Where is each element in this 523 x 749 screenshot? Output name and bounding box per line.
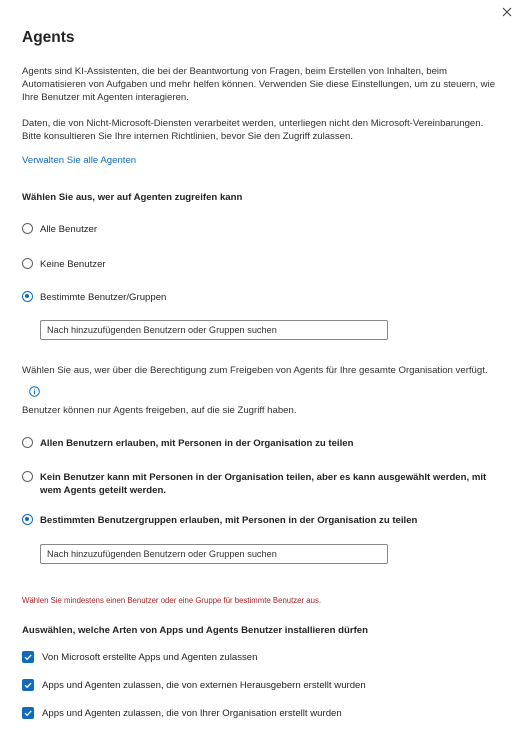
checkmark-icon [24, 682, 32, 689]
checkbox-org-apps[interactable]: Apps und Agenten zulassen, die von Ihrer… [22, 707, 342, 719]
install-heading: Auswählen, welche Arten von Apps und Age… [22, 625, 368, 636]
info-icon [29, 386, 40, 397]
disclaimer-text: Daten, die von Nicht-Microsoft-Diensten … [22, 118, 484, 143]
checkbox-label: Von Microsoft erstellte Apps und Agenten… [42, 651, 258, 663]
access-search-input[interactable] [40, 320, 388, 340]
radio-specific-users[interactable]: Bestimmte Benutzer/Gruppen [22, 291, 166, 304]
radio-label: Bestimmte Benutzer/Gruppen [40, 292, 167, 303]
radio-circle [22, 258, 33, 269]
checkbox-checked [22, 707, 34, 719]
checkbox-external-apps[interactable]: Apps und Agenten zulassen, die von exter… [22, 679, 366, 691]
intro-text: Agents sind KI-Assistenten, die bei der … [22, 66, 496, 104]
radio-share-all[interactable]: Allen Benutzern erlauben, mit Personen i… [22, 437, 353, 450]
validation-error: Wählen Sie mindestens einen Benutzer ode… [22, 596, 322, 605]
sharing-heading: Wählen Sie aus, wer über die Berechtigun… [22, 365, 488, 376]
access-heading: Wählen Sie aus, wer auf Agenten zugreife… [22, 192, 243, 203]
manage-agents-link[interactable]: Verwalten Sie alle Agenten [22, 155, 136, 166]
radio-share-specific[interactable]: Bestimmten Benutzergruppen erlauben, mit… [22, 514, 417, 527]
checkbox-label: Apps und Agenten zulassen, die von Ihrer… [42, 707, 342, 719]
checkbox-microsoft-apps[interactable]: Von Microsoft erstellte Apps und Agenten… [22, 651, 257, 663]
radio-circle [22, 437, 33, 448]
close-icon [502, 7, 512, 17]
radio-circle-checked [22, 291, 33, 302]
radio-circle [22, 471, 33, 482]
sharing-note: Benutzer können nur Agents freigeben, au… [22, 405, 297, 416]
radio-share-none[interactable]: Kein Benutzer kann mit Personen in der O… [22, 471, 498, 497]
radio-circle-checked [22, 514, 33, 525]
dialog-title: Agents [22, 29, 75, 46]
checkbox-label: Apps und Agenten zulassen, die von exter… [42, 679, 366, 691]
checkmark-icon [24, 654, 32, 661]
radio-circle [22, 223, 33, 234]
radio-label: Bestimmten Benutzergruppen erlauben, mit… [40, 515, 418, 526]
sharing-search-input[interactable] [40, 544, 388, 564]
radio-label: Kein Benutzer kann mit Personen in der O… [40, 472, 487, 496]
radio-label: Alle Benutzer [40, 224, 98, 235]
checkmark-icon [24, 710, 32, 717]
info-button[interactable] [29, 384, 40, 397]
radio-no-users[interactable]: Keine Benutzer [22, 258, 106, 271]
close-button[interactable] [499, 4, 515, 20]
radio-label: Keine Benutzer [40, 259, 106, 270]
radio-label: Allen Benutzern erlauben, mit Personen i… [40, 438, 354, 449]
checkbox-checked [22, 651, 34, 663]
checkbox-checked [22, 679, 34, 691]
radio-all-users[interactable]: Alle Benutzer [22, 223, 97, 236]
